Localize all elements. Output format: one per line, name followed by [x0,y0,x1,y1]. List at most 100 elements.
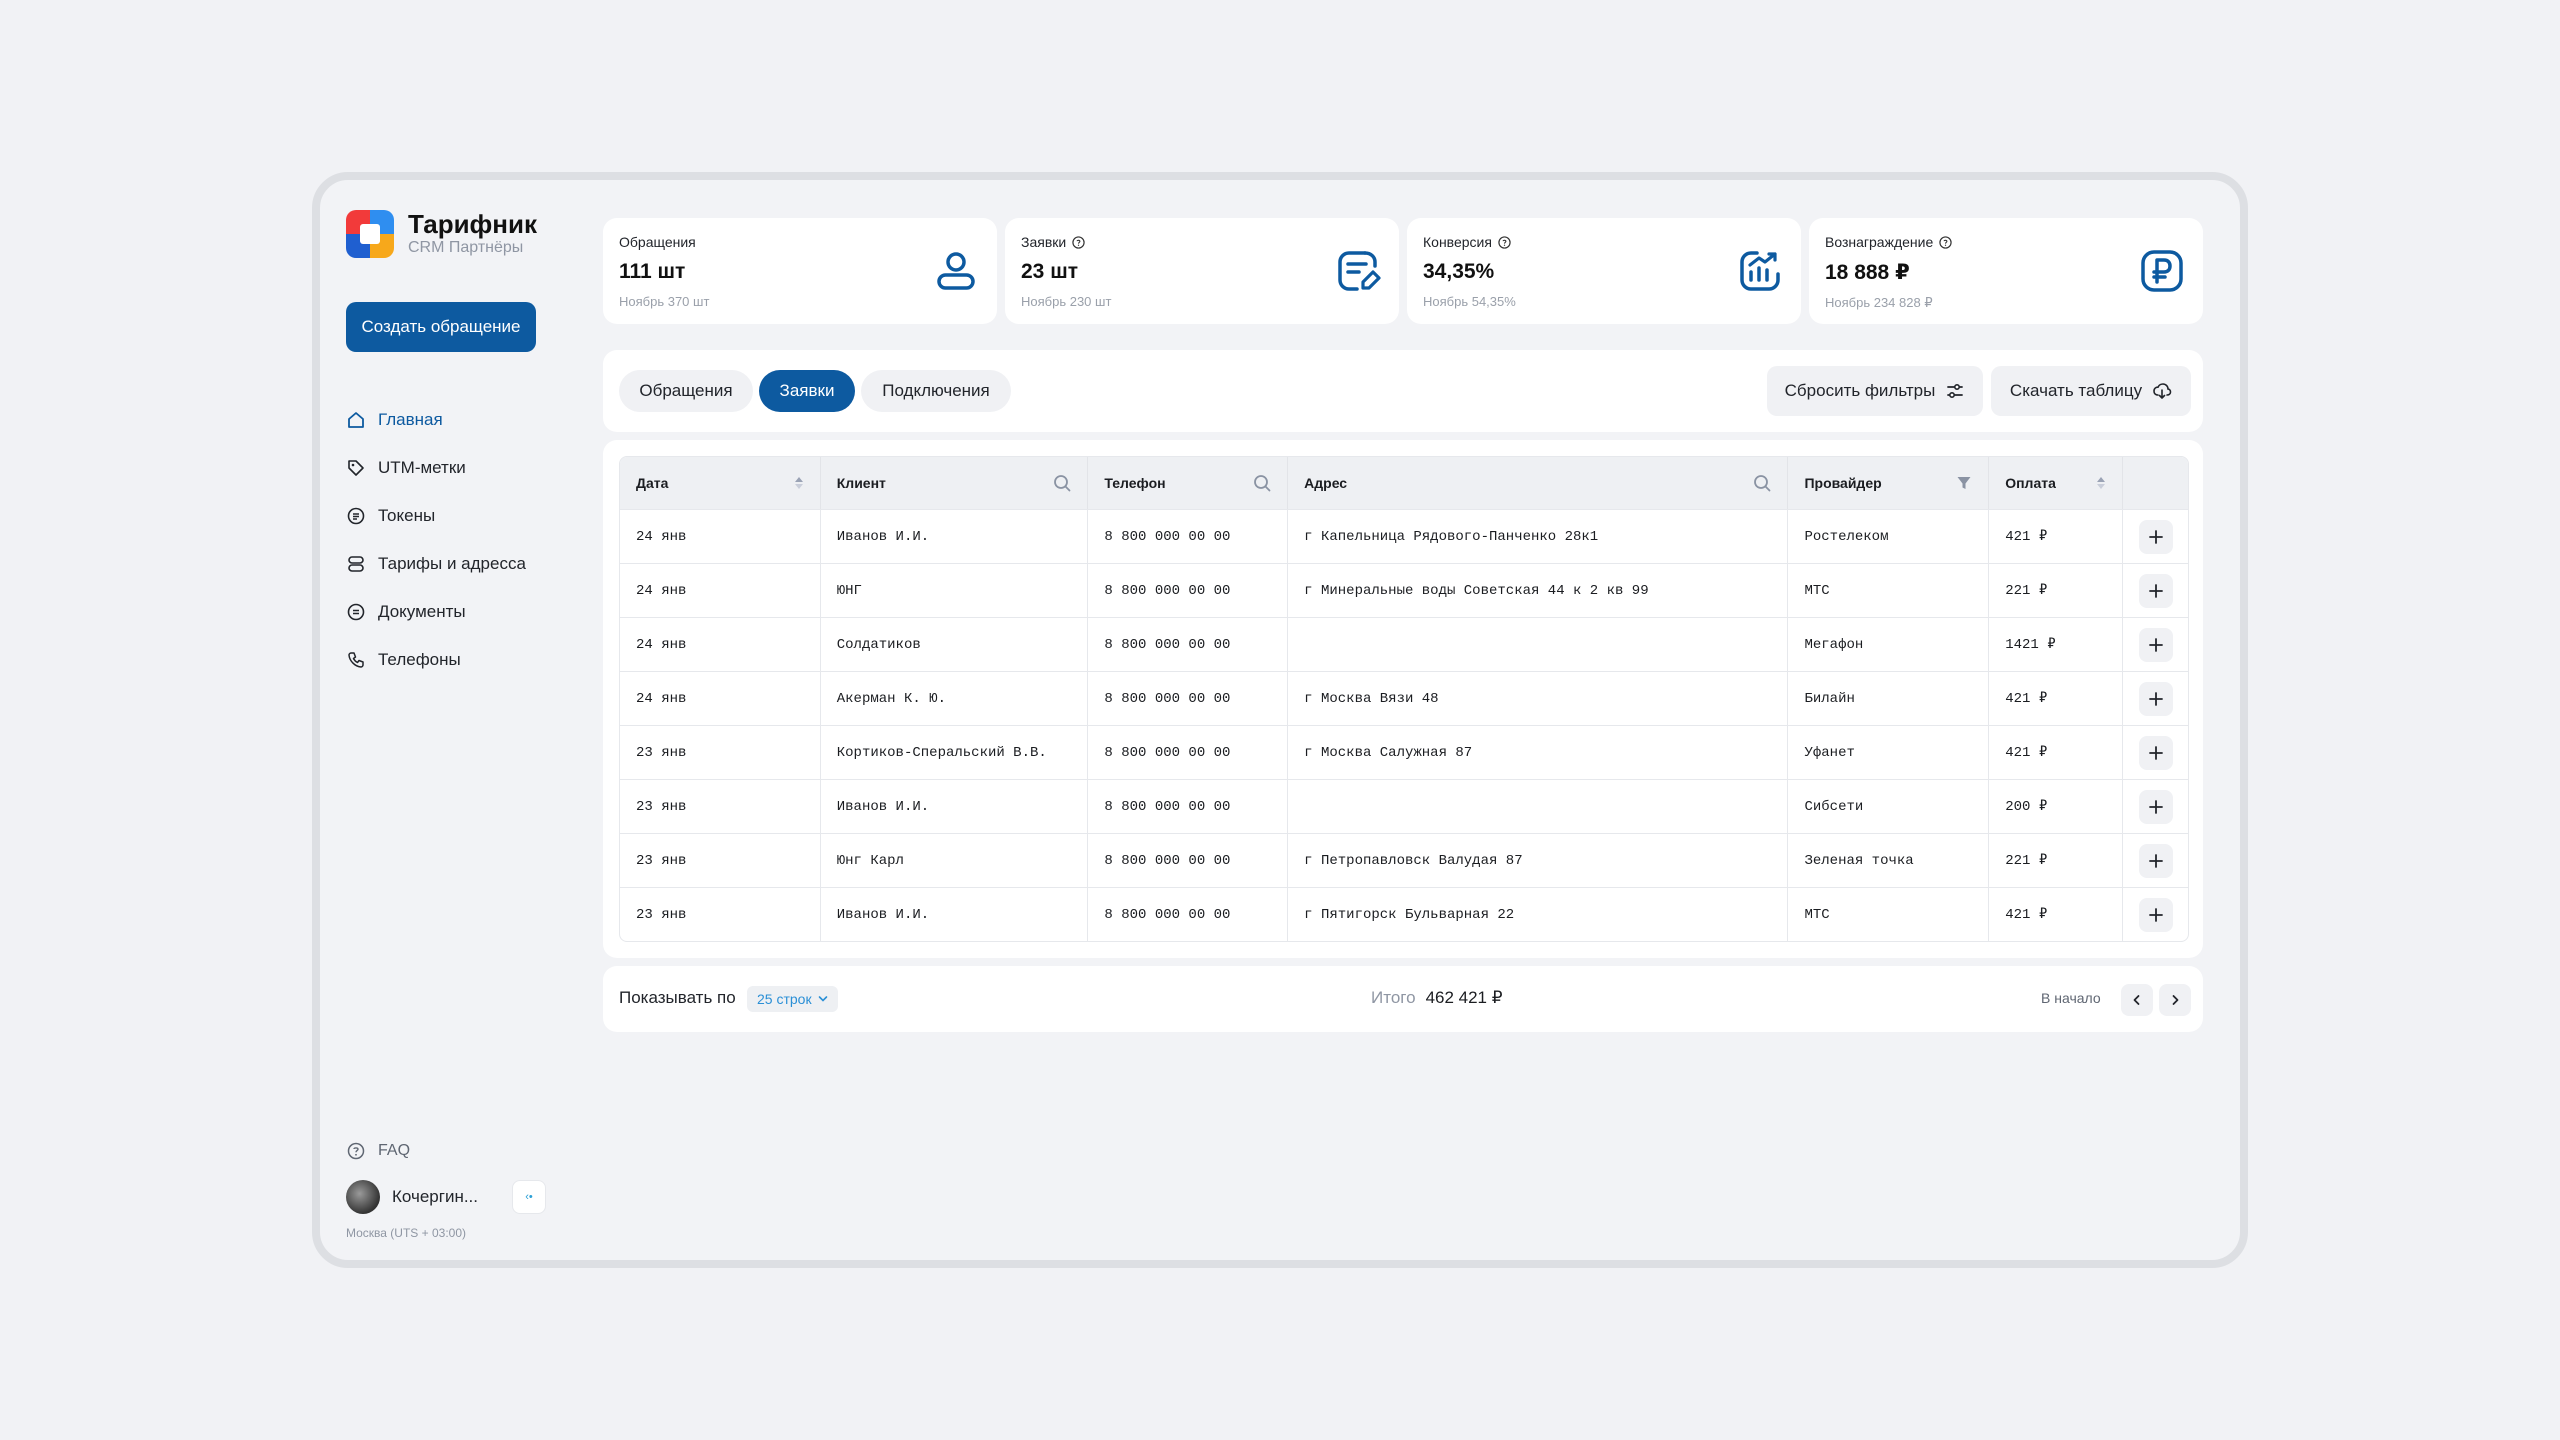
table-row[interactable]: 23 янв Юнг Карл 8 800 000 00 00 г Петропавл… [620,833,2188,887]
cell-provider: Сибсети [1788,780,1990,833]
create-request-button[interactable]: Создать обращение [346,302,536,352]
add-button[interactable] [2138,627,2173,662]
column-header-phone[interactable]: Телефон [1088,457,1289,509]
search-icon[interactable] [1753,474,1771,492]
app-subtitle: CRM Партнёры [408,239,524,256]
cell-payment: 421 ₽ [1989,672,2124,725]
stat-value: 23 шт [1021,260,1078,283]
cell-date: 24 янв [620,672,821,725]
column-header-label: Дата [636,475,669,491]
sidebar: Тарифник CRM Партнёры Создать обращение … [346,210,546,1240]
cell-phone: 8 800 000 00 00 [1088,834,1289,887]
column-header-payment[interactable]: Оплата [1989,457,2124,509]
cell-phone: 8 800 000 00 00 [1088,888,1289,941]
sidebar-nav: Главная UTM-метки Токены Тарифы и адресс… [346,396,546,684]
cell-provider: Билайн [1788,672,1990,725]
download-table-button[interactable]: Скачать таблицу [1991,366,2191,416]
to-start-link[interactable]: В начало [2041,990,2101,1006]
plus-icon [2148,853,2163,868]
cell-payment: 421 ₽ [1989,726,2124,779]
add-button[interactable] [2138,789,2173,824]
tab-applications[interactable]: Заявки [759,370,855,412]
cell-provider: Мегафон [1788,618,1990,671]
cell-client: Иванов И.И. [821,510,1089,563]
growth-chart-icon [1740,251,1780,291]
stat-value: 18 888 ₽ [1825,261,1910,284]
phone-icon [346,650,366,670]
cell-provider: Ростелеком [1788,510,1990,563]
sidebar-item-phones[interactable]: Телефоны [346,636,546,684]
table-row[interactable]: 24 янв ЮНГ 8 800 000 00 00 г Минеральные во… [620,563,2188,617]
add-button[interactable] [2138,897,2173,932]
add-button[interactable] [2138,735,2173,770]
search-icon[interactable] [1253,474,1271,492]
column-header-address[interactable]: Адрес [1288,457,1789,509]
plus-icon [2148,799,2163,814]
chevron-down-icon [818,996,827,1002]
logo[interactable]: Тарифник CRM Партнёры [346,210,546,258]
cell-client: Иванов И.И. [821,888,1089,941]
sidebar-item-tariffs[interactable]: Тарифы и адресса [346,540,546,588]
rows-per-page-select[interactable]: 25 строк [747,986,838,1012]
cell-actions [2123,618,2188,671]
table-row[interactable]: 23 янв Кортиков-Сперальский В.В. 8 800 000… [620,725,2188,779]
sort-icon[interactable] [794,476,804,490]
logout-icon[interactable]: ‹• [512,1180,546,1214]
add-button[interactable] [2138,681,2173,716]
plus-icon [2148,745,2163,760]
table-panel: Дата Клиент Телефон Адрес Провайдер Опла… [603,440,2203,958]
cell-phone: 8 800 000 00 00 [1088,618,1289,671]
total: Итого 462 421 ₽ [1371,988,1503,1008]
sort-icon[interactable] [2096,476,2106,490]
add-button[interactable] [2138,573,2173,608]
next-page-button[interactable] [2159,984,2191,1016]
timezone-label: Москва (UTS + 03:00) [346,1226,466,1240]
cell-provider: Зеленая точка [1788,834,1990,887]
plus-icon [2148,691,2163,706]
table-row[interactable]: 23 янв Иванов И.И. 8 800 000 00 00 г Пятиго… [620,887,2188,941]
sidebar-item-home[interactable]: Главная [346,396,546,444]
table-row[interactable]: 23 янв Иванов И.И. 8 800 000 00 00 Сибсети 2… [620,779,2188,833]
total-value: 462 421 ₽ [1425,988,1503,1007]
tab-connections[interactable]: Подключения [861,370,1011,412]
column-header-date[interactable]: Дата [620,457,821,509]
cell-date: 23 янв [620,834,821,887]
info-icon[interactable] [1498,235,1511,249]
column-header-label: Адрес [1304,475,1348,491]
cell-phone: 8 800 000 00 00 [1088,564,1289,617]
reset-filters-button[interactable]: Сбросить фильтры [1767,366,1983,416]
info-icon[interactable] [1072,235,1085,249]
cell-payment: 421 ₽ [1989,510,2124,563]
plus-icon [2148,583,2163,598]
sidebar-item-label: Токены [378,506,436,525]
column-header-client[interactable]: Клиент [821,457,1089,509]
column-header-actions [2123,457,2188,509]
filter-icon[interactable] [1956,475,1972,491]
search-icon[interactable] [1053,474,1071,492]
info-icon[interactable] [1939,235,1952,249]
cell-date: 23 янв [620,726,821,779]
table-row[interactable]: 24 янв Солдатиков 8 800 000 00 00 Мегафон 14… [620,617,2188,671]
cell-client: Солдатиков [821,618,1089,671]
token-icon [346,506,366,526]
table-row[interactable]: 24 янв Акерман К. Ю. 8 800 000 00 00 г Моск… [620,671,2188,725]
cell-client: Иванов И.И. [821,780,1089,833]
table-row[interactable]: 24 янв Иванов И.И. 8 800 000 00 00 г Капель… [620,509,2188,563]
column-header-provider[interactable]: Провайдер [1788,457,1990,509]
stat-sub: Ноябрь 54,35% [1423,294,1516,309]
faq-link[interactable]: FAQ [346,1136,546,1166]
user-profile[interactable]: Кочергин... ‹• [346,1178,546,1216]
user-icon [937,252,975,290]
sidebar-item-tokens[interactable]: Токены [346,492,546,540]
add-button[interactable] [2138,843,2173,878]
sidebar-item-label: UTM-метки [378,458,466,477]
sidebar-item-documents[interactable]: Документы [346,588,546,636]
prev-page-button[interactable] [2121,984,2153,1016]
cell-date: 24 янв [620,564,821,617]
sidebar-item-utm[interactable]: UTM-метки [346,444,546,492]
add-button[interactable] [2138,519,2173,554]
tab-requests[interactable]: Обращения [619,370,753,412]
cell-client: Юнг Карл [821,834,1089,887]
column-header-label: Телефон [1104,475,1166,491]
plus-icon [2148,907,2163,922]
